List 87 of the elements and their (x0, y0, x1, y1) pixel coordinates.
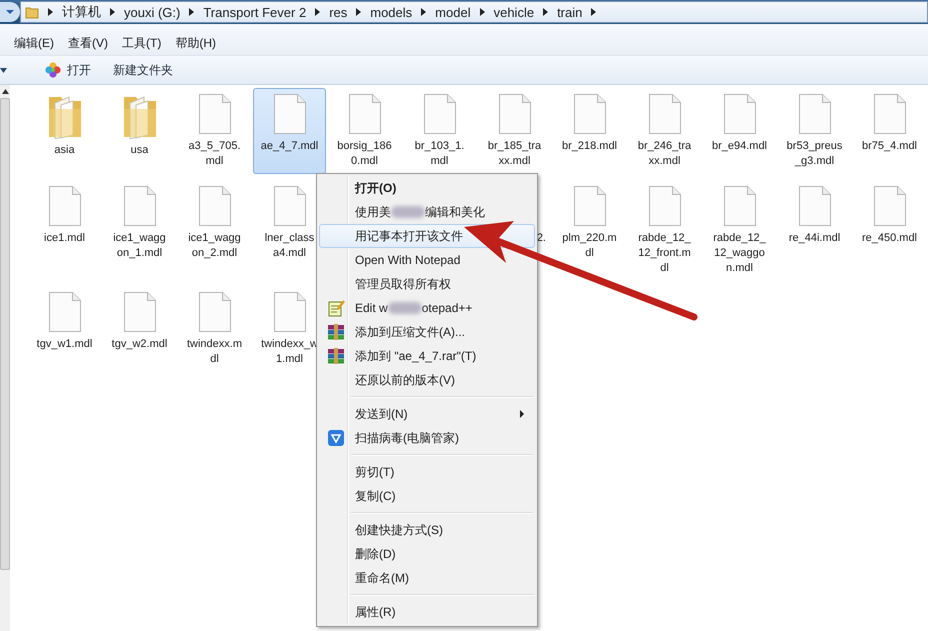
document-icon (198, 185, 232, 227)
caret-icon[interactable] (0, 68, 7, 72)
document-icon (48, 185, 82, 227)
breadcrumb-item[interactable]: models (370, 4, 412, 20)
document-icon (872, 185, 906, 227)
context-menu-item[interactable]: 删除(D) (319, 542, 535, 566)
document-icon (798, 93, 832, 135)
toolbar-button[interactable]: 打开 (41, 60, 95, 80)
breadcrumb-item[interactable]: model (435, 4, 471, 20)
document-icon (722, 93, 756, 135)
menu-bar-item[interactable]: 编辑(E) (14, 35, 54, 51)
document-icon (122, 185, 156, 227)
breadcrumb-arrow-icon[interactable] (356, 8, 362, 16)
breadcrumb-arrow-icon[interactable] (315, 8, 320, 16)
archive-icon (327, 323, 345, 341)
document-icon (648, 185, 682, 227)
menu-bar-item[interactable]: 查看(V) (68, 35, 108, 51)
file-item[interactable]: tgv_w2.mdl (103, 286, 176, 372)
breadcrumb-arrow-icon[interactable] (48, 8, 53, 16)
breadcrumb-arrow-icon[interactable] (591, 8, 596, 16)
file-item[interactable]: ice1_waggon_1.mdl (103, 180, 176, 266)
file-item[interactable]: br53_preus_g3.mdl (778, 88, 851, 174)
file-item[interactable]: br_218.mdl (553, 88, 626, 174)
document-icon (798, 185, 832, 227)
menu-bar-item[interactable]: 帮助(H) (175, 35, 216, 51)
breadcrumb-item[interactable]: res (329, 4, 348, 20)
notepad-icon (327, 299, 345, 317)
document-icon (198, 93, 232, 135)
file-item[interactable]: ice1_waggon_2.mdl (178, 180, 251, 266)
document-icon (348, 93, 382, 135)
file-item[interactable]: borsig_1860.mdl (328, 88, 401, 174)
document-icon (872, 93, 906, 135)
document-icon (272, 185, 306, 227)
breadcrumb-item[interactable]: Transport Fever 2 (203, 4, 306, 20)
file-item[interactable]: br_103_1.mdl (403, 88, 476, 174)
shield-icon (328, 430, 344, 446)
document-icon (422, 93, 456, 135)
file-item[interactable]: re_450.mdl (853, 180, 926, 266)
context-menu-item[interactable]: 属性(R) (319, 600, 535, 624)
file-item[interactable]: br_185_traxx.mdl (478, 88, 551, 174)
document-icon (48, 291, 82, 333)
breadcrumb-item[interactable]: vehicle (494, 4, 534, 20)
toolbar-button[interactable]: 新建文件夹 (109, 60, 177, 80)
context-menu-item[interactable]: 重命名(M) (319, 566, 535, 590)
folder-icon (25, 5, 39, 19)
file-item[interactable]: ae_4_7.mdl (253, 88, 326, 174)
file-item[interactable]: rabde_12_12_waggon.mdl (703, 180, 776, 279)
file-item[interactable]: tgv_w1.mdl (28, 286, 101, 372)
context-menu-item[interactable]: 创建快捷方式(S) (319, 518, 535, 542)
breadcrumb-item[interactable]: train (557, 4, 582, 20)
archive-icon (327, 347, 345, 365)
file-item[interactable]: plm_220.mdl (553, 180, 626, 266)
scroll-up-arrow-icon[interactable] (2, 89, 8, 94)
breadcrumb-arrow-icon[interactable] (189, 8, 194, 16)
document-icon (198, 291, 232, 333)
document-icon (272, 291, 306, 333)
breadcrumb-item[interactable]: youxi (G:) (124, 4, 180, 20)
document-icon (572, 185, 606, 227)
file-item[interactable]: rabde_12_12_front.mdl (628, 180, 701, 279)
breadcrumb-arrow-icon[interactable] (480, 8, 485, 16)
file-item[interactable]: twindexx.mdl (178, 286, 251, 372)
document-icon (272, 93, 306, 135)
breadcrumb-arrow-icon[interactable] (543, 8, 548, 16)
context-menu-item[interactable]: 剪切(T) (319, 460, 535, 484)
file-item[interactable]: ice1.mdl (28, 180, 101, 266)
file-item[interactable]: br_e94.mdl (703, 88, 776, 174)
file-item[interactable]: br75_4.mdl (853, 88, 926, 174)
context-menu-item[interactable]: 复制(C) (319, 484, 535, 508)
document-icon (122, 291, 156, 333)
file-item[interactable]: br_246_traxx.mdl (628, 88, 701, 174)
document-icon (572, 93, 606, 135)
file-item[interactable]: a3_5_705.mdl (178, 88, 251, 174)
address-field[interactable]: 计算机 youxi (G:) Transport Fever 2 res models model vehicle train (20, 1, 928, 23)
context-menu-item[interactable]: 扫描病毒(电脑管家) (319, 426, 535, 450)
document-icon (648, 93, 682, 135)
breadcrumb-arrow-icon[interactable] (110, 8, 115, 16)
menu-bar-item[interactable]: 工具(T) (122, 35, 162, 51)
document-icon (498, 93, 532, 135)
breadcrumb-arrow-icon[interactable] (421, 8, 426, 16)
breadcrumb-item[interactable]: 计算机 (62, 3, 101, 21)
context-menu-item[interactable]: 发送到(N) (319, 402, 535, 426)
document-icon (722, 185, 756, 227)
file-item[interactable]: usa (103, 88, 176, 174)
file-item[interactable]: re_44i.mdl (778, 180, 851, 266)
submenu-arrow-icon (520, 410, 524, 418)
flower-icon (45, 62, 61, 78)
file-item[interactable]: asia (28, 88, 101, 174)
